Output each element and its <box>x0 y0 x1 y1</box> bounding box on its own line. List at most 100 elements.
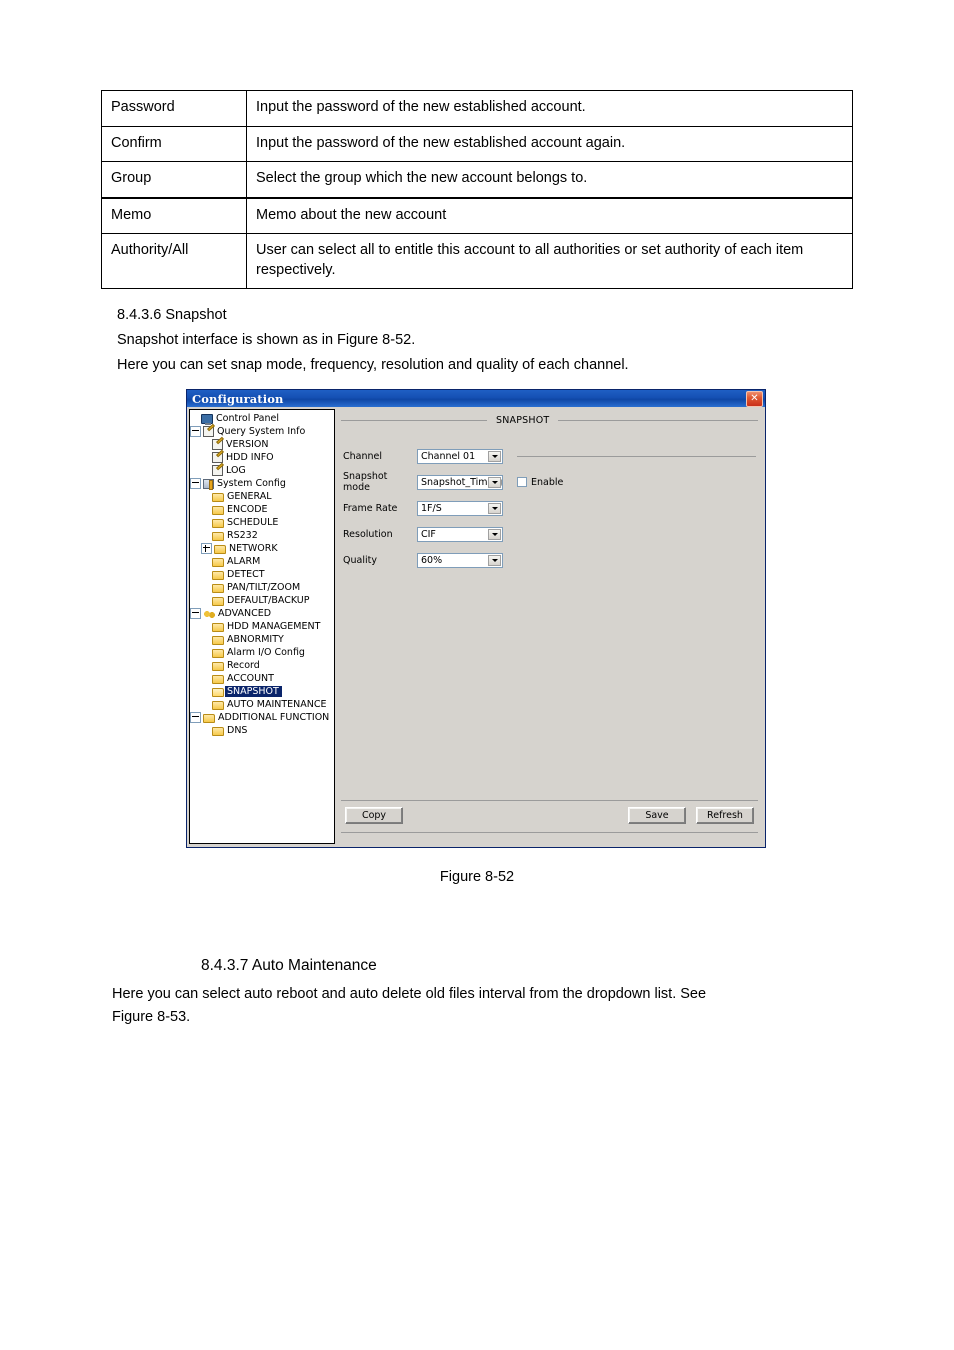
figure-caption: Figure 8-52 <box>439 869 515 885</box>
resolution-field-row: Resolution CIF <box>343 526 503 542</box>
tree-item-additional-function[interactable]: ADDITIONAL FUNCTION <box>190 711 334 724</box>
quality-selected-value: 60% <box>421 554 443 566</box>
auto-maintenance-body-last: Figure 8-53. <box>112 1009 191 1026</box>
panel-group-header: SNAPSHOT <box>341 414 758 426</box>
table-row: Confirm Input the password of the new es… <box>101 125 853 163</box>
tree-item-dns[interactable]: DNS <box>190 724 334 737</box>
folder-icon <box>212 531 224 541</box>
chevron-down-icon[interactable] <box>488 554 501 566</box>
tree-item-hdd-management[interactable]: HDD MANAGEMENT <box>190 620 334 633</box>
snapshot-intro-line-1: Snapshot interface is shown as in Figure… <box>117 332 416 348</box>
navigation-tree[interactable]: Control Panel Query System Info VERSION … <box>189 409 335 844</box>
tree-item-default-backup[interactable]: DEFAULT/BACKUP <box>190 594 334 607</box>
expand-toggle-icon[interactable] <box>201 543 212 554</box>
table-row: Authority/All User can select all to ent… <box>101 233 853 290</box>
table-cell-description: User can select all to entitle this acco… <box>246 233 853 290</box>
auto-maintenance-body: Here you can select auto reboot and auto… <box>112 986 707 1002</box>
table-cell-description: Input the password of the new establishe… <box>246 90 853 127</box>
collapse-toggle-icon[interactable] <box>190 608 201 619</box>
dialog-body: Control Panel Query System Info VERSION … <box>187 407 765 847</box>
folder-icon <box>203 713 215 723</box>
tree-item-abnormity[interactable]: ABNORMITY <box>190 633 334 646</box>
tree-item-hdd-info[interactable]: HDD INFO <box>190 451 334 464</box>
collapse-toggle-icon[interactable] <box>190 712 201 723</box>
channel-select[interactable]: Channel 01 <box>417 448 503 464</box>
snapshot-intro-line-2: Here you can set snap mode, frequency, r… <box>117 357 629 373</box>
snapshot-settings-panel: SNAPSHOT Channel Channel 01 Snapshot mod… <box>337 409 762 844</box>
tree-item-label: ABNORMITY <box>227 633 284 645</box>
tree-item-auto-maintenance[interactable]: AUTO MAINTENANCE <box>190 698 334 711</box>
snapshot-mode-field-row: Snapshot mode Snapshot_Timing <box>343 471 503 493</box>
table-cell-term: Group <box>101 161 247 199</box>
quality-field-row: Quality 60% <box>343 552 503 568</box>
resolution-select[interactable]: CIF <box>417 526 503 542</box>
table-cell-description: Memo about the new account <box>246 196 853 235</box>
tree-item-label: AUTO MAINTENANCE <box>227 698 327 710</box>
frame-rate-field-row: Frame Rate 1F/S <box>343 500 503 516</box>
tree-item-label: PAN/TILT/ZOOM <box>227 581 301 593</box>
configuration-dialog[interactable]: Configuration ✕ Control Panel Query Syst… <box>186 389 766 848</box>
tree-item-alarm-io-config[interactable]: Alarm I/O Config <box>190 646 334 659</box>
chevron-down-icon[interactable] <box>488 502 501 514</box>
frame-rate-selected-value: 1F/S <box>421 502 442 514</box>
enable-checkbox-row[interactable]: Enable <box>517 474 563 490</box>
table-cell-description: Select the group which the new account b… <box>246 161 853 199</box>
tree-item-label: Alarm I/O Config <box>227 646 305 658</box>
tree-item-log[interactable]: LOG <box>190 464 334 477</box>
tree-item-label: NETWORK <box>229 542 278 554</box>
folder-icon <box>212 648 224 658</box>
frame-rate-select[interactable]: 1F/S <box>417 500 503 516</box>
panel-group-title: SNAPSHOT <box>496 414 550 426</box>
tree-item-account[interactable]: ACCOUNT <box>190 672 334 685</box>
tree-item-encode[interactable]: ENCODE <box>190 503 334 516</box>
copy-button[interactable]: Copy <box>345 807 403 824</box>
tree-item-pan-tilt-zoom[interactable]: PAN/TILT/ZOOM <box>190 581 334 594</box>
tree-item-schedule[interactable]: SCHEDULE <box>190 516 334 529</box>
snapshot-mode-select[interactable]: Snapshot_Timing <box>417 474 503 490</box>
save-button[interactable]: Save <box>628 807 686 824</box>
table-cell-term: Authority/All <box>101 233 247 290</box>
quality-select[interactable]: 60% <box>417 552 503 568</box>
tree-item-query-system-info[interactable]: Query System Info <box>190 425 334 438</box>
tree-item-label: SCHEDULE <box>227 516 279 528</box>
note-icon <box>212 452 223 463</box>
table-body: Password Input the password of the new e… <box>101 90 853 290</box>
tree-item-advanced[interactable]: ADVANCED <box>190 607 334 620</box>
tree-item-system-config[interactable]: System Config <box>190 477 334 490</box>
gear-icon <box>203 608 215 619</box>
refresh-button[interactable]: Refresh <box>696 807 754 824</box>
tree-item-label: ALARM <box>227 555 261 567</box>
tree-item-label: ADDITIONAL FUNCTION <box>218 711 330 723</box>
header-rule-right <box>558 419 758 421</box>
chevron-down-icon[interactable] <box>488 476 501 488</box>
folder-open-icon <box>212 687 224 697</box>
dialog-title-bar[interactable]: Configuration ✕ <box>187 390 765 407</box>
tree-item-record[interactable]: Record <box>190 659 334 672</box>
tree-item-label: ACCOUNT <box>227 672 274 684</box>
chevron-down-icon[interactable] <box>488 450 501 462</box>
snapshot-mode-label: Snapshot mode <box>343 471 388 493</box>
folder-icon <box>214 544 226 554</box>
tree-item-network[interactable]: NETWORK <box>190 542 334 555</box>
collapse-toggle-icon[interactable] <box>190 426 201 437</box>
channel-label: Channel <box>343 450 383 462</box>
channel-selected-value: Channel 01 <box>421 450 476 462</box>
tree-item-label: RS232 <box>227 529 258 541</box>
chevron-down-icon[interactable] <box>488 528 501 540</box>
tree-item-version[interactable]: VERSION <box>190 438 334 451</box>
tree-item-snapshot[interactable]: SNAPSHOT <box>190 685 334 698</box>
folder-icon <box>212 583 224 593</box>
tree-item-alarm[interactable]: ALARM <box>190 555 334 568</box>
channel-row-divider <box>517 456 756 457</box>
folder-icon <box>212 622 224 632</box>
enable-checkbox[interactable] <box>517 477 527 487</box>
tree-item-detect[interactable]: DETECT <box>190 568 334 581</box>
folder-icon <box>212 674 224 684</box>
auto-maintenance-paragraph: Here you can select auto reboot and auto… <box>112 983 838 1030</box>
folder-icon <box>212 570 224 580</box>
tree-item-general[interactable]: GENERAL <box>190 490 334 503</box>
close-icon[interactable]: ✕ <box>746 391 763 407</box>
table-row: Group Select the group which the new acc… <box>101 161 853 199</box>
collapse-toggle-icon[interactable] <box>190 478 201 489</box>
tree-item-rs232[interactable]: RS232 <box>190 529 334 542</box>
